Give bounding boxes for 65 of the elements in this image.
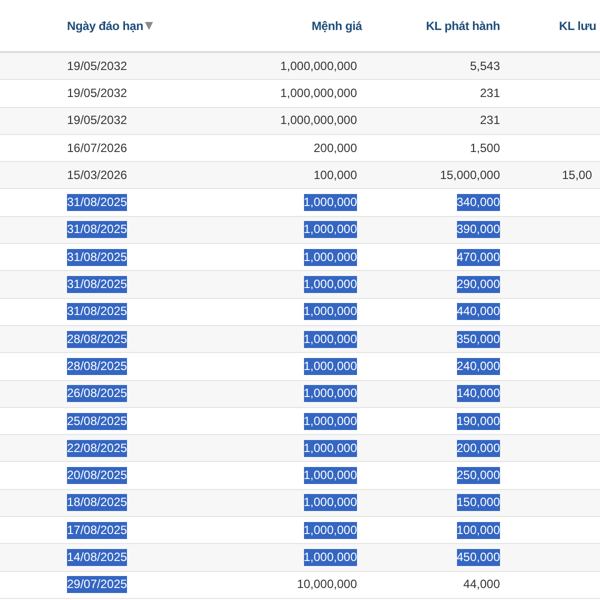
table-cell: 31/08/2025 — [67, 248, 128, 266]
table-cell: 240,000 — [456, 358, 500, 375]
table-cell: 1,000,000 — [304, 440, 357, 457]
table-cell: 31/08/2025 — [67, 221, 128, 238]
table-cell: 470,000 — [456, 248, 500, 266]
table-cell: 15,000,000 — [440, 166, 500, 184]
table-cell: 1,000,000 — [304, 385, 357, 402]
column-header[interactable]: KL lưu — [559, 16, 596, 34]
table-cell: 15,00 — [562, 166, 592, 184]
table-cell: 1,000,000 — [304, 303, 357, 320]
table-cell: 1,000,000 — [304, 248, 357, 266]
table-cell: 31/08/2025 — [67, 276, 128, 294]
table-cell: 18/08/2025 — [67, 494, 128, 512]
column-header[interactable]: Mệnh giá — [312, 16, 362, 34]
table-cell: 29/07/2025 — [67, 576, 128, 594]
table-cell: 1,000,000 — [304, 358, 357, 375]
table-cell: 1,000,000 — [304, 221, 357, 238]
table-cell: 17/08/2025 — [67, 522, 128, 539]
table-cell: 100,000 — [456, 522, 500, 539]
table-cell: 1,000,000 — [304, 467, 357, 484]
table-cell: 28/08/2025 — [67, 358, 128, 375]
table-cell: 231 — [480, 112, 500, 130]
table-cell: 19/05/2032 — [67, 84, 128, 102]
table-cell: 231 — [480, 84, 500, 102]
table-cell: 25/08/2025 — [67, 412, 128, 430]
column-header[interactable]: KL phát hành — [426, 16, 500, 34]
table-cell: 290,000 — [456, 276, 500, 294]
table-cell: 10,000,000 — [296, 576, 357, 594]
table-cell: 44,000 — [463, 576, 500, 594]
table-cell: 1,500 — [470, 140, 500, 157]
table-cell: 1,000,000 — [304, 494, 357, 512]
table-cell: 1,000,000,000 — [280, 58, 357, 75]
table-cell: 20/08/2025 — [67, 467, 128, 484]
table-cell: 1,000,000 — [304, 194, 357, 212]
table-cell: 15/03/2026 — [67, 166, 128, 184]
table-cell: 1,000,000 — [304, 522, 357, 539]
table-cell: 1,000,000,000 — [280, 112, 357, 130]
table-cell: 100,000 — [314, 166, 357, 184]
table-cell: 1,000,000 — [304, 276, 357, 294]
table-cell: 1,000,000 — [304, 412, 357, 430]
table-cell: 5,543 — [470, 58, 500, 75]
table-cell: 26/08/2025 — [67, 385, 128, 402]
table-cell: 31/08/2025 — [67, 194, 128, 212]
table-cell: 190,000 — [456, 412, 500, 430]
table-cell: 22/08/2025 — [67, 440, 128, 457]
table-cell: 340,000 — [456, 194, 500, 212]
table-cell: 1,000,000 — [304, 330, 357, 348]
table-cell: 16/07/2026 — [67, 140, 128, 157]
table-cell: 250,000 — [456, 467, 500, 484]
table-cell: 350,000 — [456, 330, 500, 348]
table-cell: 19/05/2032 — [67, 58, 128, 75]
table-cell: 19/05/2032 — [67, 112, 128, 130]
table-cell: 150,000 — [456, 494, 500, 512]
table-cell: 1,000,000 — [304, 548, 357, 566]
table-cell: 390,000 — [456, 221, 500, 238]
sort-descending-icon — [145, 22, 154, 30]
table-cell: 200,000 — [456, 440, 500, 457]
table-cell: 440,000 — [456, 303, 500, 320]
column-header[interactable]: Ngày đáo hạn — [67, 16, 154, 34]
table-cell: 28/08/2025 — [67, 330, 128, 348]
table-cell: 14/08/2025 — [67, 548, 128, 566]
table-cell: 31/08/2025 — [67, 303, 128, 320]
table-cell: 140,000 — [456, 385, 500, 402]
table-cell: 1,000,000,000 — [280, 84, 357, 102]
table-cell: 200,000 — [314, 140, 357, 157]
